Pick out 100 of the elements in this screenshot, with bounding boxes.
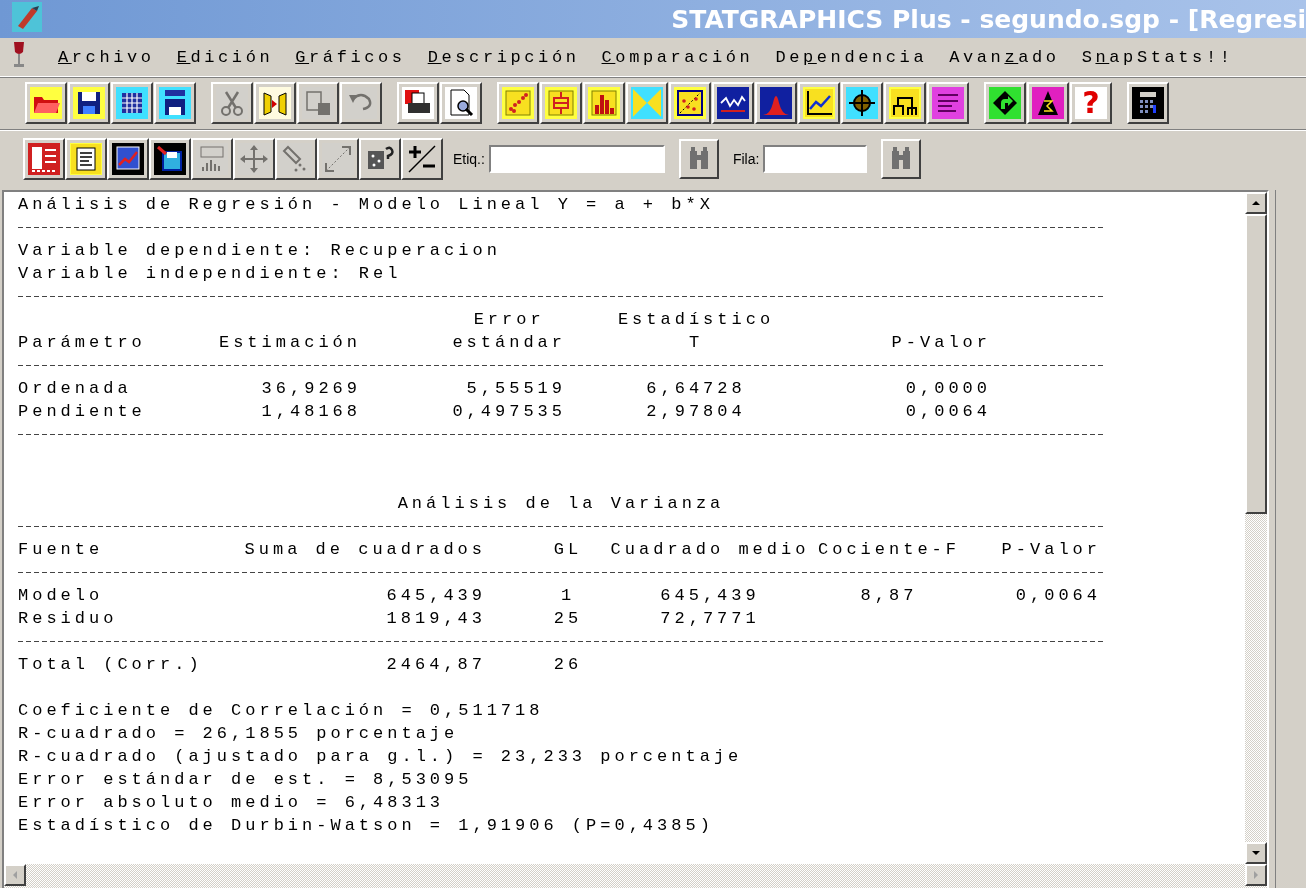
toolbar-button[interactable] — [401, 138, 443, 180]
section-title: Análisis de la Varianza — [396, 493, 726, 515]
wine-glass-icon[interactable] — [12, 40, 26, 70]
chart-icon — [112, 143, 144, 175]
table-cell-text: 0,0000 — [905, 378, 991, 400]
toolbar-button[interactable] — [669, 82, 711, 124]
menu-item[interactable]: A rchivo — [58, 47, 155, 67]
menu-item[interactable]: G ráficos — [295, 47, 406, 67]
toolbar-button[interactable] — [154, 82, 196, 124]
toolbar-button[interactable] — [25, 82, 67, 124]
toolbar-button[interactable] — [1127, 82, 1169, 124]
toolbar-button[interactable] — [540, 82, 582, 124]
table-cell-text: 645,439 — [660, 585, 760, 607]
table-cell-text: 72,7771 — [660, 608, 760, 630]
column-header: Parámetro — [18, 332, 146, 354]
column-header: P-Valor — [1001, 539, 1101, 561]
menu-item[interactable]: C omparación — [601, 47, 754, 67]
help-button[interactable]: ? — [1070, 82, 1112, 124]
output-line: Error absoluto medio = 6,48313 — [18, 792, 446, 814]
down-arrow-icon — [1251, 848, 1262, 858]
toolbar-button[interactable] — [755, 82, 797, 124]
menu-item[interactable]: E dición — [176, 47, 274, 67]
floppy-icon — [159, 87, 191, 119]
scroll-up-button[interactable] — [1245, 192, 1268, 214]
options-icon — [28, 143, 60, 175]
table-cell-text: Modelo — [18, 585, 104, 607]
toolbar-button[interactable] — [149, 138, 191, 180]
search-field[interactable] — [763, 145, 868, 173]
output-line: R-cuadrado = 26,1855 porcentaje — [18, 723, 460, 745]
dendrogram-icon — [889, 87, 921, 119]
vertical-scrollbar[interactable] — [1245, 192, 1268, 864]
report-title: Análisis de Regresión - Modelo Lineal Y = a + b*X — [18, 194, 715, 216]
statistics-icon — [631, 87, 663, 119]
menu-item[interactable]: Avan z ado — [949, 47, 1060, 67]
table-cell-text: 26 — [553, 654, 583, 676]
plus-minus-icon — [406, 143, 438, 175]
floppy-icon — [73, 87, 105, 119]
calculator-icon — [1132, 87, 1164, 119]
scroll-right-button[interactable] — [1245, 864, 1268, 886]
scroll-down-button[interactable] — [1245, 842, 1268, 864]
panels-icon — [259, 87, 291, 119]
toolbar-button[interactable] — [712, 82, 754, 124]
scroll-left-button[interactable] — [4, 864, 26, 886]
toolbar-button[interactable] — [65, 138, 107, 180]
printer-icon — [402, 87, 434, 119]
column-header: Estadístico T — [617, 309, 775, 354]
toolbar-button[interactable] — [23, 138, 65, 180]
move-icon — [238, 143, 270, 175]
menu-item[interactable]: D escripción — [427, 47, 580, 67]
menu-item[interactable]: De p endencia — [775, 47, 928, 67]
wizard-icon — [1032, 87, 1064, 119]
output-line: R-cuadrado (ajustado para g.l.) = 23,233 porcentaje — [18, 746, 744, 768]
toolbar-button[interactable] — [254, 82, 296, 124]
document-icon — [70, 143, 102, 175]
up-arrow-icon — [1251, 198, 1262, 208]
find-button[interactable] — [881, 139, 922, 179]
table-cell-text: Ordenada — [18, 378, 132, 400]
table-cell-text: 8,87 — [860, 585, 918, 607]
field-label: Etiq.: — [453, 151, 485, 167]
column-header: Fuente — [18, 539, 104, 561]
toolbar-button[interactable] — [440, 82, 482, 124]
table-cell-text: 1 — [560, 585, 576, 607]
line-chart-icon — [717, 87, 749, 119]
table-cell-text: 36,9269 — [261, 378, 361, 400]
column-header: Cuadrado medio — [610, 539, 810, 561]
toolbar-button[interactable] — [626, 82, 668, 124]
column-header: P-Valor — [891, 332, 991, 354]
table-cell-text: Residuo — [18, 608, 118, 630]
find-button[interactable] — [678, 139, 719, 179]
column-header: Suma de cuadrados — [244, 539, 486, 561]
column-header: Error estándar — [452, 309, 566, 354]
scroll-thumb[interactable] — [1245, 214, 1268, 514]
toolbar-button[interactable] — [927, 82, 969, 124]
toolbar-button[interactable] — [841, 82, 883, 124]
bell-curve-icon — [760, 87, 792, 119]
preview-icon — [445, 87, 477, 119]
table-cell-text: 0,497535 — [452, 401, 566, 423]
zoom-icon — [322, 143, 354, 175]
toolbar-button[interactable] — [984, 82, 1026, 124]
toolbar-button[interactable] — [798, 82, 840, 124]
horizontal-scrollbar[interactable] — [4, 864, 1268, 888]
toolbar-button[interactable] — [497, 82, 539, 124]
output-line: Variable dependiente: Recuperacion — [18, 240, 502, 262]
toolbar-button[interactable] — [1027, 82, 1069, 124]
grid-icon — [116, 87, 148, 119]
toolbar-button[interactable] — [359, 138, 401, 180]
menu-item[interactable]: S n apStats!! — [1081, 47, 1234, 67]
table-cell-text: Pendiente — [18, 401, 146, 423]
box-plot-icon — [545, 87, 577, 119]
table-cell-text: 0,0064 — [1015, 585, 1101, 607]
table-cell-text: 25 — [553, 608, 583, 630]
toolbar-button[interactable] — [884, 82, 926, 124]
toolbar-button[interactable] — [107, 138, 149, 180]
toolbar-button[interactable] — [111, 82, 153, 124]
table-cell-text: 2,97804 — [646, 401, 746, 423]
table-cell-text: 1,48168 — [261, 401, 361, 423]
search-field[interactable] — [488, 145, 665, 173]
toolbar-button[interactable] — [68, 82, 110, 124]
toolbar-button[interactable] — [397, 82, 439, 124]
toolbar-button[interactable] — [583, 82, 625, 124]
